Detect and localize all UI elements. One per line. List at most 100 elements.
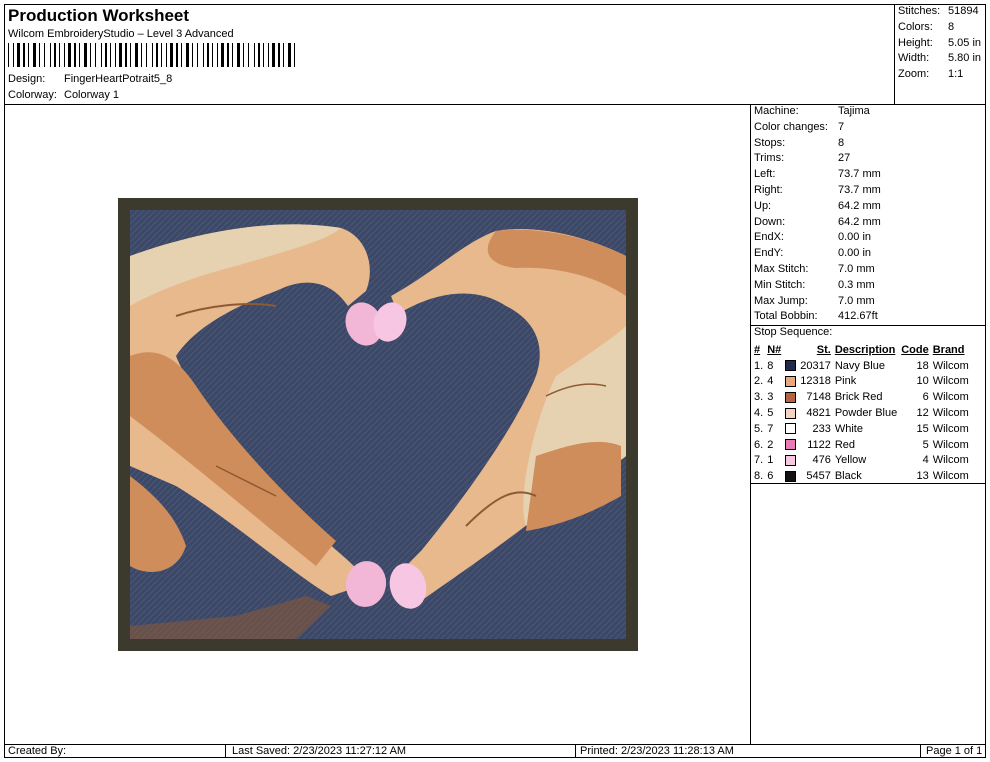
spec-row: Machine: Tajima [754, 105, 870, 117]
embroidery-design-preview [118, 198, 638, 651]
barcode-bar [243, 43, 244, 67]
barcode-bar [207, 43, 209, 67]
footer-sep [225, 745, 226, 758]
row-code: 13 [916, 470, 929, 483]
spec-row: Right: 73.7 mm [754, 183, 881, 196]
row-code: 4 [922, 454, 929, 467]
stop-sequence-table: # N# St. Description Code Brand 1. 8 20317… [752, 342, 971, 484]
spec-row: Trims: 27 [754, 152, 851, 165]
spec-row: Max Stitch: 7.0 mm [754, 262, 875, 275]
row-brand: Wilcom [932, 438, 969, 451]
row-swatch [783, 405, 798, 421]
barcode-bar [84, 43, 87, 67]
row-code: 10 [916, 375, 929, 388]
row-index: 3. [754, 391, 764, 404]
row-swatch [783, 437, 798, 453]
row-needle: 1 [767, 454, 774, 467]
row-needle: 4 [767, 375, 774, 388]
barcode-bar [181, 43, 182, 67]
row-stitches: 233 [812, 422, 831, 435]
created-by: Created By: [8, 745, 67, 757]
col-stitches: St. [816, 343, 831, 356]
barcode-bar [95, 43, 96, 67]
barcode-bar [119, 43, 122, 67]
spec-row: Color changes: 7 [754, 120, 845, 133]
row-description: Red [834, 438, 856, 451]
row-needle: 7 [767, 422, 774, 435]
barcode-bar [161, 43, 162, 67]
col-brand: Brand [932, 343, 965, 356]
summary-row: Stitches: 51894 [898, 5, 979, 17]
row-needle: 2 [767, 438, 774, 451]
barcode-bar [217, 43, 218, 67]
color-swatch [785, 376, 797, 388]
barcode-bar [176, 43, 178, 67]
barcode-bar [221, 43, 224, 67]
row-needle: 6 [767, 470, 774, 483]
row-description: White [834, 422, 863, 435]
barcode-image [8, 43, 295, 67]
row-index: 2. [754, 375, 764, 388]
barcode-bar [170, 43, 173, 67]
spec-row: Total Bobbin: 412.67ft [754, 310, 878, 323]
row-stitches: 20317 [800, 359, 831, 372]
row-swatch [783, 421, 798, 437]
row-swatch [783, 453, 798, 469]
col-code: Code [901, 343, 929, 356]
spec-row: EndY: 0.00 in [754, 247, 872, 260]
spec-row: Left: 73.7 mm [754, 168, 881, 181]
barcode-bar [254, 43, 255, 67]
row-needle: 8 [767, 359, 774, 372]
table-row: 8. 6 5457 Black 13 Wilcom [752, 468, 971, 484]
summary-row: Zoom: 1:1 [898, 68, 964, 81]
barcode-bar [152, 43, 153, 67]
software-name: Wilcom EmbroideryStudio – Level 3 Advanc… [8, 28, 234, 40]
barcode-bar [39, 43, 40, 67]
barcode-bar [17, 43, 20, 67]
row-brand: Wilcom [932, 407, 969, 420]
row-brand: Wilcom [932, 359, 969, 372]
summary-row: Height: 5.05 in [898, 36, 982, 49]
barcode-bar [232, 43, 233, 67]
barcode-bar [33, 43, 36, 67]
design-row: Design: FingerHeartPotrait5_8 [8, 73, 172, 85]
sidebar-divider [750, 104, 751, 745]
table-row: 1. 8 20317 Navy Blue 18 Wilcom [752, 358, 971, 374]
row-index: 8. [754, 470, 764, 483]
table-row: 2. 4 12318 Pink 10 Wilcom [752, 374, 971, 390]
row-needle: 3 [767, 391, 774, 404]
row-index: 4. [754, 407, 764, 420]
color-swatch [785, 407, 797, 419]
row-description: Brick Red [834, 391, 883, 404]
row-brand: Wilcom [932, 470, 969, 483]
barcode-bar [28, 43, 29, 67]
barcode-bar [166, 43, 167, 67]
barcode-bar [141, 43, 142, 67]
barcode-bar [197, 43, 198, 67]
row-stitches: 5457 [806, 470, 831, 483]
barcode-bar [263, 43, 264, 67]
row-stitches: 12318 [800, 375, 831, 388]
barcode-bar [258, 43, 260, 67]
colorway-value: Colorway 1 [64, 89, 120, 101]
barcode-bar [288, 43, 291, 67]
barcode-bar [79, 43, 80, 67]
barcode-bar [212, 43, 213, 67]
row-stitches: 1122 [807, 438, 831, 451]
barcode-bar [130, 43, 131, 67]
barcode-bar [146, 43, 147, 67]
color-swatch [785, 455, 797, 467]
row-swatch [783, 358, 798, 374]
barcode-bar [110, 43, 111, 67]
row-code: 5 [922, 438, 929, 451]
barcode-bar [125, 43, 127, 67]
row-index: 5. [754, 422, 764, 435]
row-index: 6. [754, 438, 764, 451]
footer-sep [575, 745, 576, 758]
design-label: Design: [8, 73, 46, 85]
table-row: 3. 3 7148 Brick Red 6 Wilcom [752, 389, 971, 405]
table-row: 4. 5 4821 Powder Blue 12 Wilcom [752, 405, 971, 421]
row-index: 1. [754, 359, 764, 372]
spec-row: Stops: 8 [754, 136, 845, 149]
printed-date: Printed: 2/23/2023 11:28:13 AM [580, 745, 734, 757]
